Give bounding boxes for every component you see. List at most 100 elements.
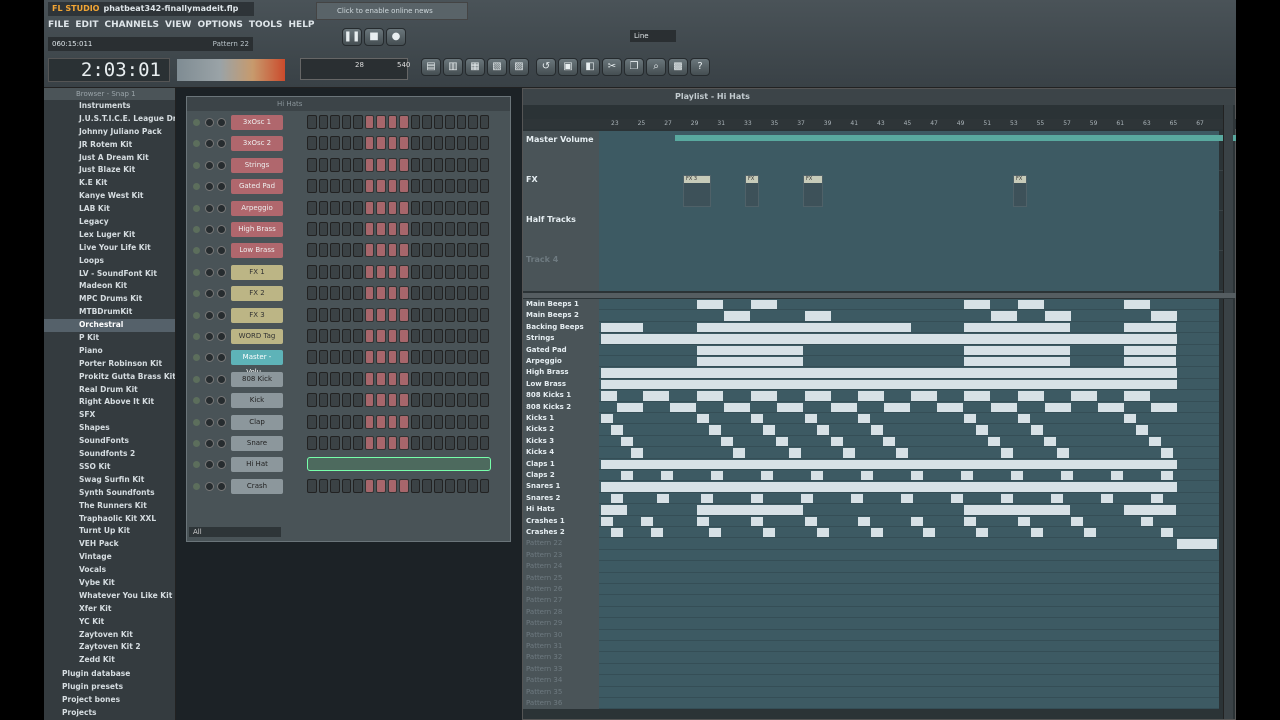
step-button[interactable] xyxy=(353,136,363,151)
browser-item[interactable]: Vocals xyxy=(44,564,175,577)
step-button[interactable] xyxy=(433,136,443,151)
volume-knob[interactable] xyxy=(217,310,226,320)
pattern-clip[interactable] xyxy=(976,425,988,435)
volume-knob[interactable] xyxy=(217,139,226,149)
pattern-name[interactable]: Pattern 34 xyxy=(523,675,599,687)
track-name[interactable]: Track 4 xyxy=(523,251,599,291)
channel-active-led[interactable] xyxy=(193,482,200,490)
menu-view[interactable]: VIEW xyxy=(165,20,191,32)
browser-item[interactable]: Synth Soundfonts xyxy=(44,487,175,500)
pattern-lane[interactable] xyxy=(599,527,1219,539)
step-button[interactable] xyxy=(479,115,489,129)
pattern-clip[interactable] xyxy=(801,493,813,504)
step-button[interactable] xyxy=(456,115,466,129)
step-button[interactable] xyxy=(330,264,340,279)
pattern-clip[interactable] xyxy=(789,448,801,458)
step-button[interactable] xyxy=(479,200,489,215)
browser-item[interactable]: Turnt Up Kit xyxy=(44,525,175,538)
pattern-name[interactable]: Strings xyxy=(523,333,599,345)
channel-name-button[interactable]: Crash xyxy=(231,478,283,494)
volume-knob[interactable] xyxy=(217,160,226,170)
pan-knob[interactable] xyxy=(205,310,214,320)
pattern-name[interactable]: Snares 1 xyxy=(523,481,599,493)
browser-item[interactable]: The Runners Kit xyxy=(44,500,175,513)
pattern-clip[interactable] xyxy=(601,391,617,401)
pattern-name[interactable]: Pattern 23 xyxy=(523,549,599,562)
step-button[interactable] xyxy=(318,414,328,429)
pattern-lane[interactable] xyxy=(599,561,1219,573)
stop-button[interactable]: ■ xyxy=(364,28,384,46)
step-button[interactable] xyxy=(364,286,374,301)
pattern-clip[interactable] xyxy=(697,391,723,401)
mixer-view-icon[interactable]: ▧ xyxy=(487,58,507,76)
browser-item[interactable]: Kanye West Kit xyxy=(44,190,175,203)
pattern-clip[interactable] xyxy=(805,516,817,526)
step-button[interactable] xyxy=(353,200,363,215)
browser-item[interactable]: Johnny Juliano Pack xyxy=(44,126,175,139)
step-button[interactable] xyxy=(353,414,363,429)
step-button[interactable] xyxy=(318,371,328,386)
step-button[interactable] xyxy=(433,436,443,450)
step-button[interactable] xyxy=(410,350,420,365)
browser-item[interactable]: Instruments xyxy=(44,100,175,113)
browser-item[interactable]: Live Your Life Kit xyxy=(44,242,175,255)
step-button[interactable] xyxy=(376,478,386,493)
step-button[interactable] xyxy=(422,436,432,450)
step-button[interactable] xyxy=(364,179,374,194)
pattern-name[interactable]: Pattern 22 xyxy=(523,538,599,550)
pattern-name[interactable]: Kicks 3 xyxy=(523,435,599,448)
pattern-lane[interactable] xyxy=(599,367,1219,379)
pan-knob[interactable] xyxy=(205,139,214,149)
undo-icon[interactable]: ↺ xyxy=(536,58,556,76)
volume-knob[interactable] xyxy=(217,246,226,256)
render-icon[interactable]: ◧ xyxy=(580,58,600,76)
step-button[interactable] xyxy=(445,478,455,493)
step-button[interactable] xyxy=(456,286,466,301)
pattern-clip[interactable] xyxy=(641,516,653,526)
pattern-clip[interactable] xyxy=(611,493,623,504)
pattern-clip[interactable] xyxy=(601,459,1177,469)
step-button[interactable] xyxy=(399,436,409,450)
pattern-name[interactable]: Snares 2 xyxy=(523,492,599,505)
step-button[interactable] xyxy=(341,222,351,236)
volume-knob[interactable] xyxy=(217,289,226,299)
step-button[interactable] xyxy=(330,157,340,172)
browser-item[interactable]: K.E Kit xyxy=(44,177,175,190)
search-icon[interactable]: ⌕ xyxy=(646,58,666,76)
step-button[interactable] xyxy=(479,157,489,172)
browser-item[interactable]: Madeon Kit xyxy=(44,280,175,293)
step-button[interactable] xyxy=(422,200,432,215)
step-button[interactable] xyxy=(456,264,466,279)
pattern-lane[interactable] xyxy=(599,435,1219,448)
step-button[interactable] xyxy=(387,371,397,386)
pattern-clip[interactable] xyxy=(911,391,937,401)
pattern-clip[interactable] xyxy=(1177,539,1217,549)
pattern-lane[interactable] xyxy=(599,549,1219,562)
browser-item[interactable]: Vybe Kit xyxy=(44,577,175,590)
pattern-lane[interactable] xyxy=(599,321,1219,334)
channel-active-led[interactable] xyxy=(193,119,200,126)
pattern-name[interactable]: Pattern 28 xyxy=(523,606,599,619)
step-button[interactable] xyxy=(318,243,328,258)
browser-item[interactable]: Legacy xyxy=(44,216,175,229)
pattern-clip[interactable] xyxy=(777,402,803,412)
pattern-lane[interactable] xyxy=(599,652,1219,664)
pattern-clip[interactable] xyxy=(1124,345,1176,355)
step-button[interactable] xyxy=(399,200,409,215)
pattern-clip[interactable] xyxy=(601,368,1177,378)
pattern-clip[interactable] xyxy=(1161,471,1173,481)
pattern-name[interactable]: Pattern 36 xyxy=(523,698,599,710)
step-button[interactable] xyxy=(410,371,420,386)
step-button[interactable] xyxy=(387,243,397,258)
step-button[interactable] xyxy=(341,329,351,343)
step-button[interactable] xyxy=(479,393,489,408)
pattern-clip[interactable] xyxy=(1061,471,1073,481)
step-button[interactable] xyxy=(479,179,489,194)
channel-active-led[interactable] xyxy=(193,461,200,469)
pattern-clip[interactable] xyxy=(1161,528,1173,538)
browser-item[interactable]: YC Kit xyxy=(44,616,175,629)
pattern-clip[interactable] xyxy=(858,414,870,424)
channel-active-led[interactable] xyxy=(193,354,200,362)
step-button[interactable] xyxy=(445,222,455,236)
playlist-splitter[interactable] xyxy=(523,293,1236,298)
